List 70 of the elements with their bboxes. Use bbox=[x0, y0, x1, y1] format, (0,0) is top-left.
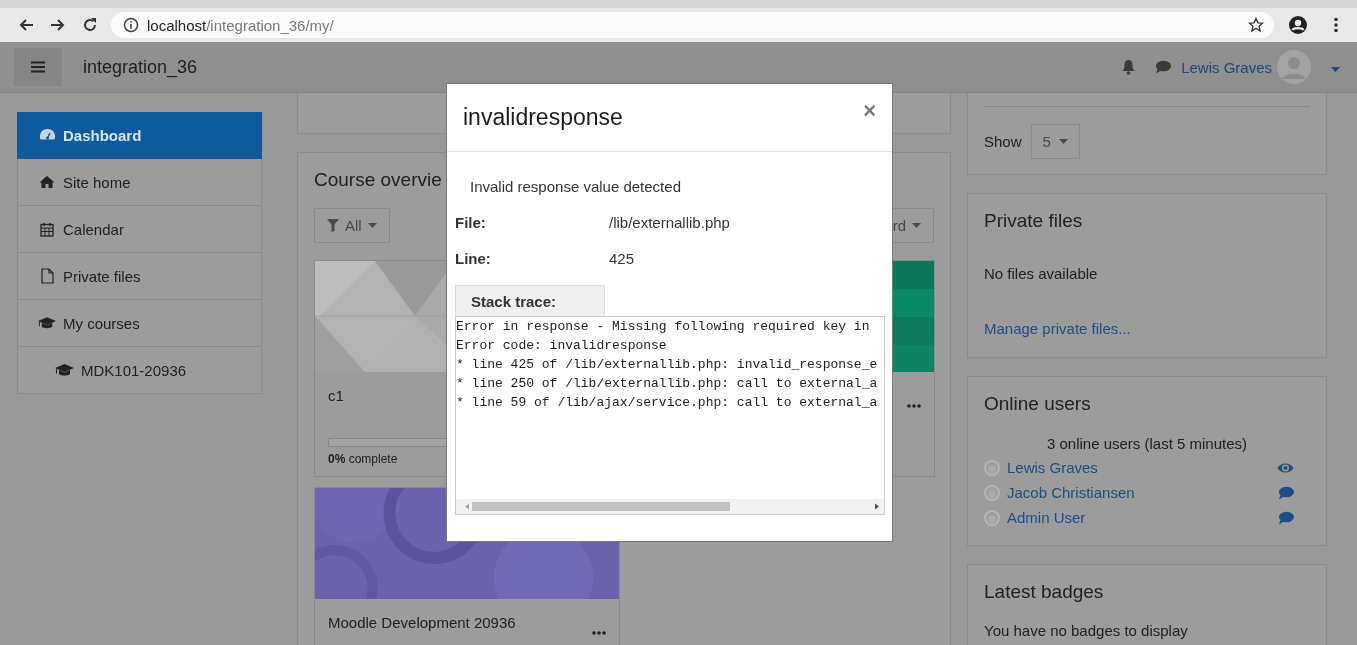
menu-icon[interactable] bbox=[1334, 17, 1338, 33]
card-title: Online users bbox=[984, 393, 1092, 415]
calendar-icon bbox=[40, 221, 54, 237]
online-summary: 3 online users (last 5 minutes) bbox=[1045, 436, 1249, 452]
gauge-icon bbox=[38, 127, 56, 143]
bell-icon[interactable] bbox=[1121, 59, 1137, 75]
manage-files-link[interactable]: Manage private files... bbox=[984, 320, 1131, 337]
address-bar[interactable]: localhost/integration_36/my/ bbox=[111, 12, 1274, 38]
course-name[interactable]: Moodle Development 20936 bbox=[328, 613, 516, 633]
graduation-cap-icon bbox=[54, 363, 74, 377]
dialog-title: invalidresponse bbox=[463, 104, 623, 131]
show-label: Show bbox=[984, 133, 1022, 150]
nav-item[interactable]: My courses bbox=[17, 300, 262, 347]
trace-line: * line 59 of /lib/ajax/service.php: call to external_a bbox=[456, 394, 879, 412]
chat-icon[interactable] bbox=[1155, 60, 1172, 74]
avatar-icon bbox=[984, 459, 1000, 476]
filter-icon bbox=[327, 219, 339, 232]
more-icon[interactable] bbox=[907, 404, 921, 408]
nav-item[interactable]: Calendar bbox=[17, 206, 262, 253]
graduation-cap-icon bbox=[38, 316, 56, 330]
error-message: Invalid response value detected bbox=[470, 178, 682, 195]
home-icon bbox=[39, 175, 55, 189]
empty-message: You have no badges to display bbox=[984, 622, 1189, 639]
course-name[interactable]: c1 bbox=[328, 386, 344, 406]
caret-icon bbox=[367, 223, 377, 228]
reload-icon[interactable] bbox=[82, 17, 98, 33]
caret-icon bbox=[1331, 67, 1340, 72]
trace-line: * line 250 of /lib/externallib.php: call to external_a bbox=[456, 375, 879, 393]
card-title: Private files bbox=[984, 210, 1084, 232]
user-link[interactable]: Admin User bbox=[1007, 509, 1086, 526]
trace-line: Error in response - Missing following required key in bbox=[456, 318, 871, 336]
field-value: 425 bbox=[609, 250, 635, 267]
site-name[interactable]: integration_36 bbox=[83, 56, 1122, 78]
address-text: localhost/integration_36/my/ bbox=[147, 16, 335, 34]
count-dropdown[interactable]: 5 bbox=[1030, 124, 1080, 159]
avatar-icon bbox=[984, 484, 1000, 501]
caret-icon bbox=[912, 223, 921, 228]
info-icon[interactable] bbox=[123, 17, 139, 33]
stack-trace-tab[interactable]: Stack trace: bbox=[455, 285, 605, 316]
user-link[interactable]: Lewis Graves bbox=[1007, 459, 1098, 476]
more-icon[interactable] bbox=[592, 631, 606, 635]
message-icon[interactable] bbox=[1278, 510, 1294, 525]
nav-item[interactable]: Site home bbox=[17, 159, 262, 206]
field-label: File: bbox=[455, 214, 487, 231]
filter-button[interactable]: All bbox=[314, 208, 390, 243]
nav-item[interactable]: MDK101-20936 bbox=[17, 347, 262, 394]
field-value: /lib/externallib.php bbox=[609, 214, 730, 231]
message-icon[interactable] bbox=[1278, 485, 1294, 500]
star-icon[interactable] bbox=[1248, 17, 1264, 33]
avatar-icon bbox=[984, 509, 1000, 526]
back-icon[interactable] bbox=[18, 17, 34, 33]
scrollbar[interactable] bbox=[456, 499, 884, 514]
card-title: Latest badges bbox=[984, 581, 1105, 603]
menu-button[interactable] bbox=[14, 48, 62, 86]
card-title: Course overvie bbox=[314, 169, 442, 191]
progress-label: 0% complete bbox=[328, 452, 399, 466]
nav-item[interactable]: Private files bbox=[17, 253, 262, 300]
trace-line: Error code: invalidresponse bbox=[456, 337, 668, 355]
nav-item[interactable]: Dashboard bbox=[17, 112, 262, 159]
eye-icon[interactable] bbox=[1277, 461, 1294, 474]
trace-line: * line 425 of /lib/externallib.php: invalid_response_e bbox=[456, 356, 879, 374]
user-link[interactable]: Jacob Christiansen bbox=[1007, 484, 1135, 501]
account-icon[interactable] bbox=[1288, 15, 1308, 35]
field-label: Line: bbox=[455, 250, 492, 267]
empty-message: No files available bbox=[984, 265, 1099, 282]
menu-icon bbox=[31, 61, 45, 73]
close-button[interactable]: × bbox=[863, 100, 876, 121]
caret-icon bbox=[1058, 139, 1068, 144]
forward-icon[interactable] bbox=[50, 17, 66, 33]
file-icon bbox=[40, 268, 54, 284]
